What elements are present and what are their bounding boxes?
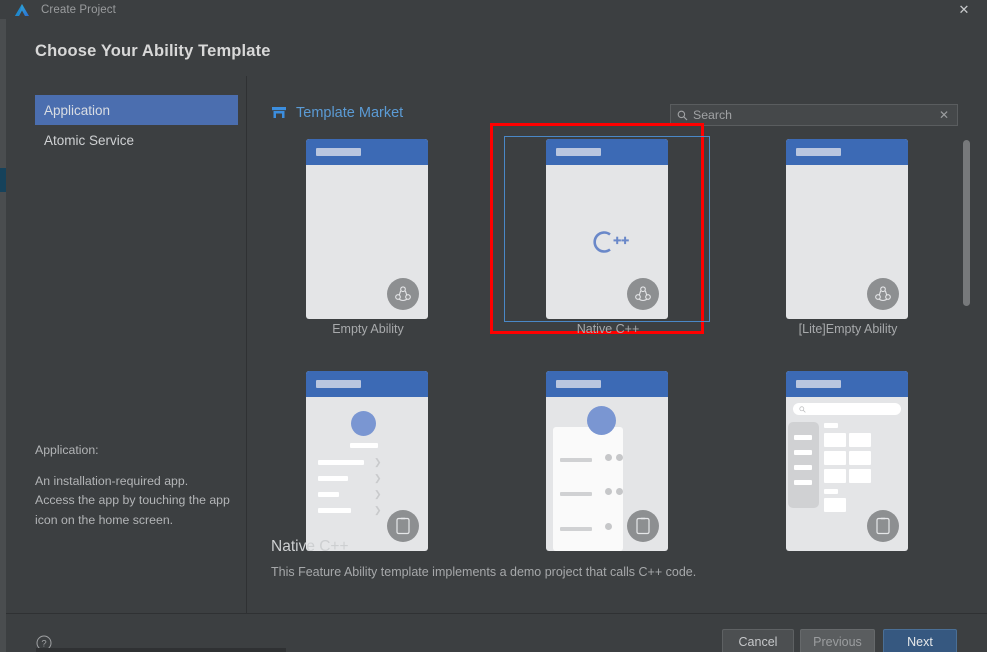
- ability-type-list: Application Atomic Service: [35, 95, 238, 155]
- template-card-label: Empty Ability: [332, 322, 404, 336]
- thumbnail-body: [546, 397, 668, 551]
- template-thumbnail: [546, 371, 668, 551]
- harmony-icon: [867, 278, 899, 310]
- background-window-fragment: [36, 648, 286, 652]
- thumbnail-header: [306, 139, 428, 165]
- thumbnail-body: [546, 165, 668, 319]
- template-market-link[interactable]: Template Market: [271, 105, 403, 121]
- scrollbar-thumb[interactable]: [963, 140, 970, 306]
- sidebar-item-label: Application: [44, 102, 111, 118]
- template-card-empty-ability[interactable]: Empty Ability: [248, 132, 488, 352]
- thumbnail-header: [306, 371, 428, 397]
- template-thumbnail: [546, 139, 668, 319]
- template-thumbnail: ❯ ❯ ❯ ❯: [306, 371, 428, 551]
- title-bar: Create Project ✕: [0, 0, 987, 19]
- thumbnail-header: [546, 371, 668, 397]
- search-icon: [671, 110, 693, 121]
- thumbnail-body: [786, 397, 908, 551]
- template-card-label: Native C++: [576, 322, 640, 336]
- template-grid: Empty Ability Native C++ [Lite]Empty Abi…: [248, 123, 948, 551]
- sidebar-item-application[interactable]: Application: [35, 95, 238, 125]
- ability-type-description: Application: An installation-required ap…: [35, 441, 230, 530]
- thumbnail-header: [546, 139, 668, 165]
- left-panel: Application Atomic Service Application: …: [6, 76, 247, 613]
- selected-template-description: Native C++ This Feature Ability template…: [271, 538, 951, 579]
- storefront-icon: [271, 106, 287, 120]
- create-project-dialog: Create Project ✕ Choose Your Ability Tem…: [0, 0, 987, 652]
- search-clear-icon[interactable]: ✕: [931, 108, 957, 122]
- sidebar-item-atomic-service[interactable]: Atomic Service: [35, 125, 238, 155]
- template-thumbnail: [786, 371, 908, 551]
- thumbnail-header: [786, 139, 908, 165]
- deveco-logo-icon: [14, 3, 30, 17]
- template-panel: Template Market Search ✕ Empty Ability N…: [248, 76, 987, 613]
- window-title: Create Project: [41, 3, 116, 16]
- page-title: Choose Your Ability Template: [35, 42, 271, 60]
- selected-template-text: This Feature Ability template implements…: [271, 565, 697, 579]
- thumbnail-header: [786, 371, 908, 397]
- dialog-footer: ? Cancel Previous Next: [6, 613, 987, 652]
- description-body: An installation-required app. Access the…: [35, 473, 230, 527]
- template-card-lite-empty-ability[interactable]: [Lite]Empty Ability: [728, 132, 968, 352]
- thumbnail-body: [786, 165, 908, 319]
- template-grid-scrollbar[interactable]: [962, 139, 970, 519]
- thumbnail-body: [306, 165, 428, 319]
- template-thumbnail: [786, 139, 908, 319]
- harmony-icon: [387, 278, 419, 310]
- template-thumbnail: [306, 139, 428, 319]
- sidebar-item-label: Atomic Service: [44, 132, 135, 148]
- template-market-label: Template Market: [296, 105, 404, 121]
- previous-button[interactable]: Previous: [800, 629, 875, 652]
- dialog-body: Choose Your Ability Template Application…: [6, 19, 987, 652]
- next-button[interactable]: Next: [883, 629, 957, 652]
- selected-template-title: Native C++: [271, 538, 349, 555]
- cancel-button[interactable]: Cancel: [722, 629, 794, 652]
- template-card-label: [Lite]Empty Ability: [798, 322, 898, 336]
- close-icon[interactable]: ✕: [941, 0, 987, 19]
- harmony-icon: [627, 278, 659, 310]
- template-card-native-cpp[interactable]: Native C++: [488, 123, 728, 352]
- thumbnail-body: ❯ ❯ ❯ ❯: [306, 397, 428, 551]
- search-placeholder: Search: [693, 108, 732, 122]
- search-input[interactable]: Search ✕: [670, 104, 958, 126]
- description-heading: Application:: [35, 443, 99, 457]
